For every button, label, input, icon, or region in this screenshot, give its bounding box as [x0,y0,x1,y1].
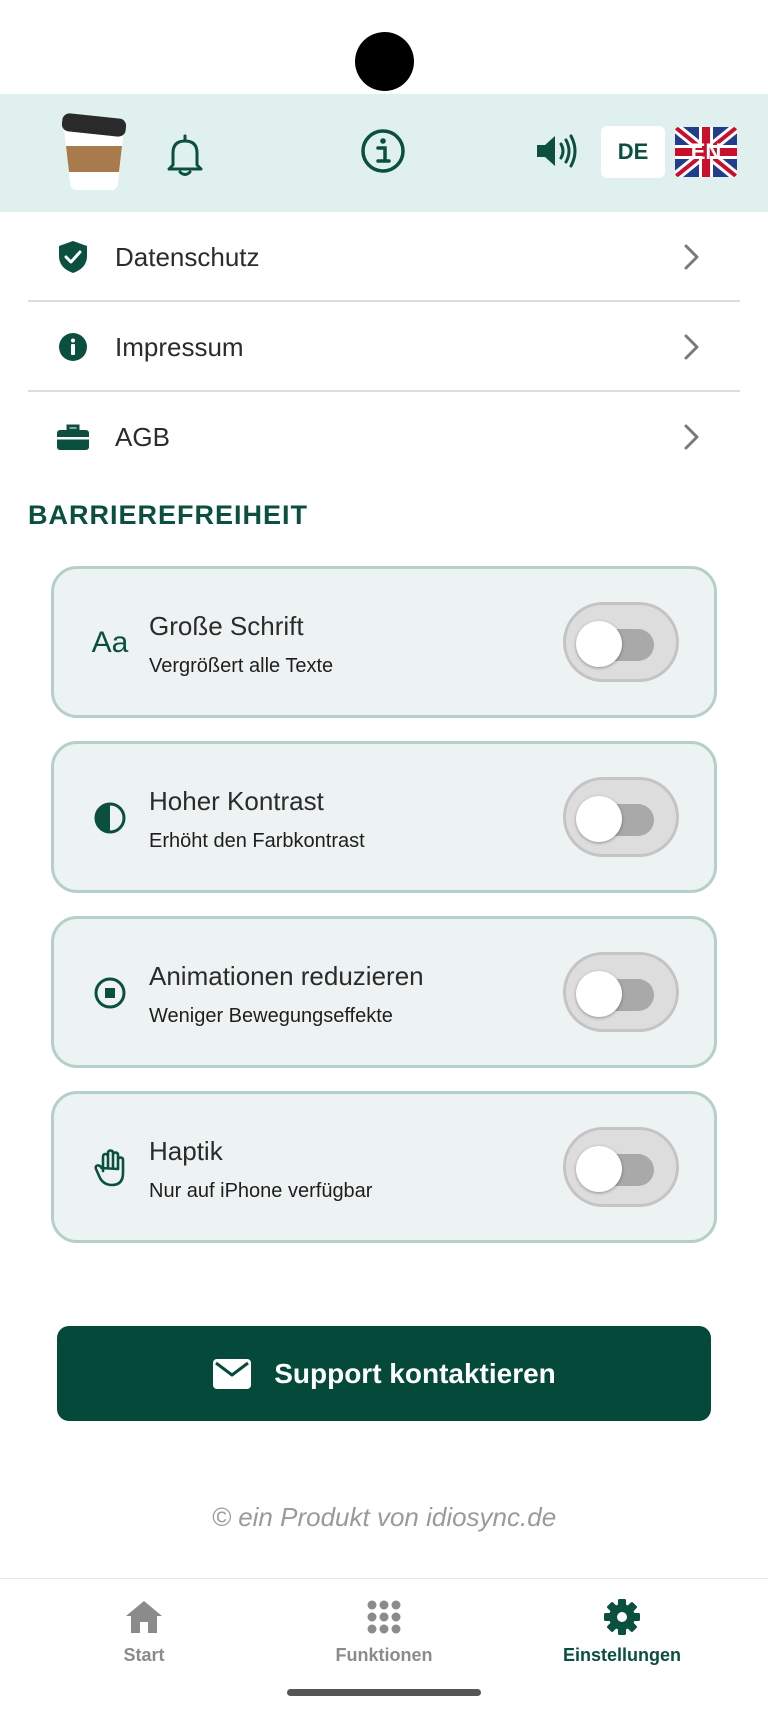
menu-item-label: Impressum [115,332,244,362]
nav-item-einstellungen[interactable]: Einstellungen [522,1597,722,1677]
card-title: Animationen reduzieren [149,961,424,991]
nav-label: Einstellungen [562,1645,681,1665]
menu-item-label: AGB [115,422,170,452]
home-icon [124,1597,164,1637]
language-de-button[interactable]: DE [601,126,665,178]
support-contact-button[interactable]: Support kontaktieren [57,1326,711,1421]
card-high-contrast: Hoher Kontrast Erhöht den Farbkontrast [51,741,717,893]
card-subtitle: Weniger Bewegungseffekte [149,1005,393,1027]
language-en-label: EN [690,139,722,164]
section-title-accessibility: BARRIEREFREIHEIT [28,500,309,530]
mail-icon [212,1358,252,1390]
language-en-button[interactable]: EN [675,127,737,177]
bell-icon[interactable] [160,130,210,180]
card-title: Hoher Kontrast [149,786,324,816]
card-title: Haptik [149,1136,223,1166]
chevron-right-icon [680,330,704,364]
hand-icon [90,1148,130,1188]
card-haptics: Haptik Nur auf iPhone verfügbar [51,1091,717,1243]
grid-dots-icon [364,1597,404,1637]
nav-label: Funktionen [335,1645,433,1665]
app-header: DE EN [0,94,768,212]
stop-circle-icon [90,973,130,1013]
card-title: Große Schrift [149,611,304,641]
haptics-toggle[interactable] [563,1127,679,1207]
copyright-text: © ein Produkt von idiosync.de [211,1502,557,1532]
nav-item-funktionen[interactable]: Funktionen [284,1597,484,1677]
coffee-cup-icon[interactable] [58,110,130,194]
menu-item-agb[interactable]: AGB [28,392,740,482]
home-indicator [287,1689,481,1696]
card-reduce-animations: Animationen reduzieren Weniger Bewegungs… [51,916,717,1068]
camera-cutout [355,32,414,91]
card-large-text: Aa Große Schrift Vergrößert alle Texte [51,566,717,718]
contrast-icon [90,798,130,838]
briefcase-icon [56,420,90,454]
nav-item-start[interactable]: Start [44,1597,244,1677]
card-subtitle: Vergrößert alle Texte [149,655,334,677]
text-size-icon: Aa [91,626,129,659]
card-subtitle: Nur auf iPhone verfügbar [149,1180,373,1202]
card-subtitle: Erhöht den Farbkontrast [149,830,365,852]
menu-item-label: Datenschutz [115,242,260,272]
info-icon [56,330,90,364]
large-text-toggle[interactable] [563,602,679,682]
legal-menu: Datenschutz Impressum AGB [28,212,740,482]
info-icon[interactable] [358,126,408,176]
nav-label: Start [123,1645,165,1665]
speaker-icon[interactable] [535,129,579,173]
menu-item-impressum[interactable]: Impressum [28,302,740,392]
chevron-right-icon [680,420,704,454]
menu-item-datenschutz[interactable]: Datenschutz [28,212,740,302]
gear-icon [602,1597,642,1637]
support-button-label: Support kontaktieren [274,1357,556,1389]
bottom-navigation: Start Funktionen Einstellungen [0,1578,768,1714]
chevron-right-icon [680,240,704,274]
status-bar [0,0,768,94]
shield-check-icon [56,240,90,274]
reduce-animations-toggle[interactable] [563,952,679,1032]
high-contrast-toggle[interactable] [563,777,679,857]
